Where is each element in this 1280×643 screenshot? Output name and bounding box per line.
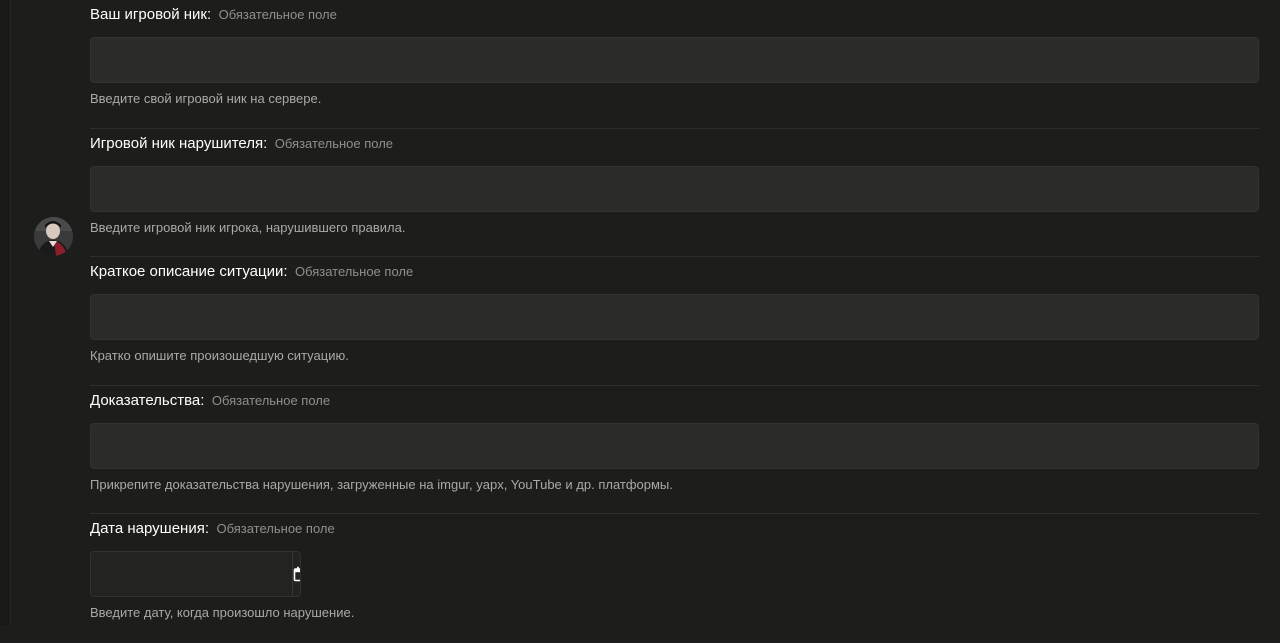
violator-nick-input[interactable] [90,165,1259,212]
required-marker: Обязательное поле [216,521,335,536]
label-row: Игровой ник нарушителя: Обязательное пол… [90,135,393,153]
field-hint: Введите дату, когда произошло нарушение. [90,605,355,620]
label-row: Дата нарушения: Обязательное поле [90,520,335,538]
required-marker: Обязательное поле [218,7,337,22]
field-violator-nick: Игровой ник нарушителя: Обязательное пол… [90,129,1259,257]
field-label: Краткое описание ситуации: [90,263,288,280]
field-situation-description: Краткое описание ситуации: Обязательное … [90,257,1259,386]
violation-date-input[interactable] [91,552,293,596]
situation-description-input[interactable] [90,294,1259,340]
field-hint: Прикрепите доказательства нарушения, заг… [90,476,673,492]
field-label: Игровой ник нарушителя: [90,134,268,152]
label-row: Краткое описание ситуации: Обязательное … [90,263,413,281]
evidence-input[interactable] [90,422,1259,469]
field-label: Ваш игровой ник: [90,6,212,23]
field-violation-date: Дата нарушения: Обязательное поле Введит… [90,514,1259,643]
field-label: Дата нарушения: [90,520,210,537]
required-marker: Обязательное поле [274,135,394,151]
required-marker: Обязательное поле [211,392,331,408]
player-nick-input[interactable] [90,37,1259,83]
date-picker-button[interactable] [293,552,300,596]
field-player-nick: Ваш игровой ник: Обязательное поле Введи… [90,0,1259,129]
field-label: Доказательства: [90,391,205,409]
required-marker: Обязательное поле [294,264,414,279]
label-row: Доказательства: Обязательное поле [90,392,330,410]
field-hint: Введите свой игровой ник на сервере. [90,91,322,106]
label-row: Ваш игровой ник: Обязательное поле [90,6,337,24]
left-sidebar-edge [0,0,11,625]
field-evidence: Доказательства: Обязательное поле Прикре… [90,386,1259,514]
avatar-image [34,217,73,256]
calendar-icon [293,566,300,582]
field-hint: Кратко опишите произошедшую ситуацию. [90,348,349,363]
complaint-form: Ваш игровой ник: Обязательное поле Введи… [90,0,1259,643]
date-picker [90,551,301,597]
field-hint: Введите игровой ник игрока, нарушившего … [90,219,406,235]
user-avatar[interactable] [34,217,73,256]
